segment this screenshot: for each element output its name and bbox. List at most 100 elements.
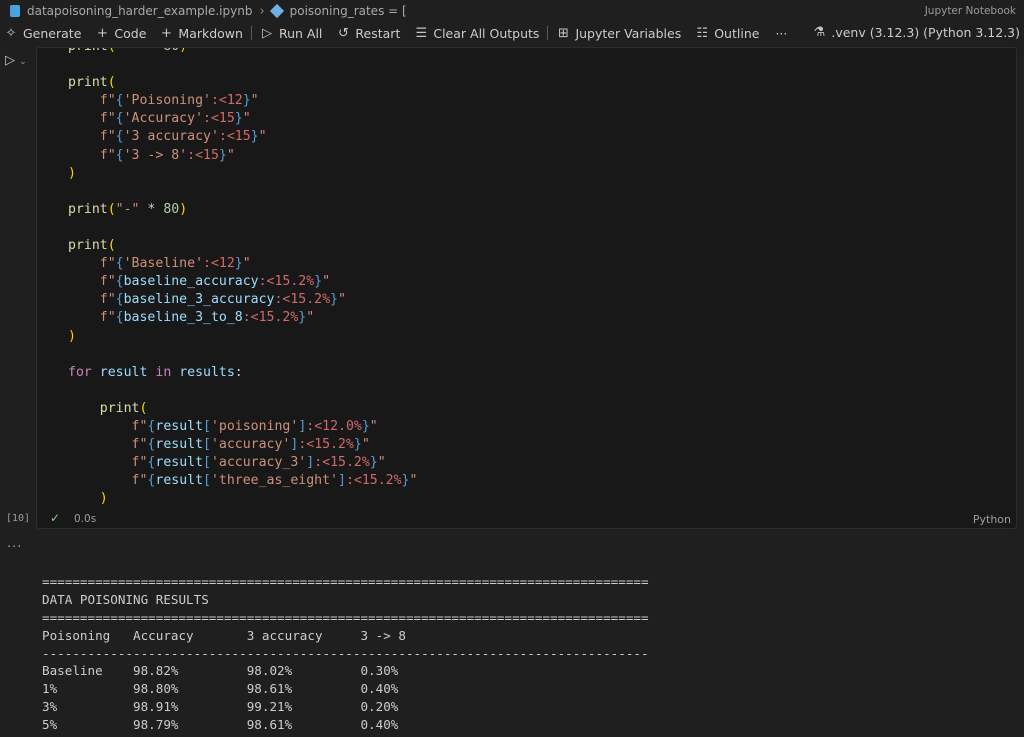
restart-button[interactable]: ↺ Restart xyxy=(336,26,400,41)
plus-icon: + xyxy=(160,25,172,41)
code-token: * xyxy=(139,48,163,54)
code-token: in xyxy=(155,364,172,380)
code-token: :<12 xyxy=(210,93,243,109)
outline-button[interactable]: ☷ Outline xyxy=(695,26,759,41)
code-line[interactable]: f"{baseline_3_to_8:<15.2%}" xyxy=(68,309,417,327)
code-token: print xyxy=(68,48,108,54)
code-line[interactable]: f"{'Accuracy':<15}" xyxy=(68,110,417,128)
cell-output: ========================================… xyxy=(42,573,649,734)
code-token: '3 -> 8' xyxy=(123,147,188,163)
code-line[interactable]: ) xyxy=(68,490,417,508)
code-token: { xyxy=(115,310,124,326)
plus-icon: + xyxy=(96,25,108,41)
code-line[interactable]: f"{baseline_accuracy:<15.2%}" xyxy=(68,273,417,291)
chevron-right-icon: › xyxy=(259,3,265,19)
add-markdown-button[interactable]: + Markdown xyxy=(159,26,243,41)
code-token: :<15 xyxy=(203,111,235,127)
kernel-label: .venv (3.12.3) (Python 3.12.3) xyxy=(831,25,1020,40)
code-line[interactable] xyxy=(68,346,417,364)
code-line[interactable]: f"{'Baseline':<12}" xyxy=(68,255,417,273)
code-token: ( xyxy=(107,75,116,91)
code-line[interactable]: print( xyxy=(68,237,417,255)
output-actions-icon[interactable]: ··· xyxy=(7,540,22,555)
code-line[interactable]: f"{'3 accuracy':<15}" xyxy=(68,128,417,146)
output-line: 1% 98.80% 98.61% 0.40% xyxy=(42,681,399,697)
code-token: { xyxy=(115,292,124,308)
kernel-picker[interactable]: ⚗ .venv (3.12.3) (Python 3.12.3) xyxy=(812,25,1020,40)
code-token: 80 xyxy=(163,48,179,54)
code-cell[interactable]: print("=" * 80) print( f"{'Poisoning':<1… xyxy=(36,47,1017,529)
output-line: ----------------------------------------… xyxy=(42,645,649,661)
add-code-button[interactable]: + Code xyxy=(95,26,146,41)
clear-all-label: Clear All Outputs xyxy=(433,25,540,41)
code-token: " xyxy=(361,437,370,453)
code-line[interactable]: f"{'3 -> 8':<15}" xyxy=(68,147,417,165)
code-line[interactable]: print( xyxy=(68,74,417,92)
code-token: } xyxy=(330,292,338,308)
cell-language-indicator[interactable]: Python xyxy=(973,513,1011,526)
code-token: " xyxy=(242,111,251,127)
code-token: ( xyxy=(107,238,116,254)
code-line[interactable]: f"{'Poisoning':<12}" xyxy=(68,92,417,110)
execution-duration: 0.0s xyxy=(74,513,97,525)
generate-button[interactable]: ✧ Generate xyxy=(4,26,82,41)
breadcrumb-file[interactable]: datapoisoning_harder_example.ipynb xyxy=(27,4,252,18)
more-actions-button[interactable]: ··· xyxy=(775,26,787,41)
code-token: :<15.2% xyxy=(345,473,402,489)
code-line[interactable]: print("=" * 80) xyxy=(68,48,417,56)
code-token: [ xyxy=(203,437,211,453)
code-line[interactable]: ) xyxy=(68,328,417,346)
code-line[interactable]: print( xyxy=(68,400,417,418)
toolbar-divider xyxy=(547,26,549,40)
code-token: f" xyxy=(131,455,148,471)
code-token: } xyxy=(369,455,378,471)
code-line[interactable]: f"{result['three_as_eight']:<15.2%}" xyxy=(68,472,418,490)
code-token: f" xyxy=(131,473,148,489)
code-token: results xyxy=(179,364,235,380)
chevron-down-icon: ⌄ xyxy=(19,57,27,67)
code-token: print xyxy=(68,238,108,254)
jupyter-variables-button[interactable]: ⊞ Jupyter Variables xyxy=(556,26,681,41)
restart-icon: ↺ xyxy=(337,25,349,41)
code-editor[interactable]: print("=" * 80) print( f"{'Poisoning':<1… xyxy=(68,48,418,508)
code-token: } xyxy=(242,93,251,109)
code-line[interactable] xyxy=(68,382,417,400)
output-line: 5% 98.79% 98.61% 0.40% xyxy=(42,717,399,733)
code-line[interactable]: f"{result['poisoning']:<12.0%}" xyxy=(68,418,417,436)
run-all-icon: ▷ xyxy=(261,25,272,41)
code-token: "-" xyxy=(115,201,140,217)
breadcrumb-symbol[interactable]: poisoning_rates = [ xyxy=(290,4,407,18)
code-token: " xyxy=(377,455,386,471)
run-all-button[interactable]: ▷ Run All xyxy=(260,26,322,41)
code-line[interactable]: ) xyxy=(68,165,417,183)
output-line: 3% 98.91% 99.21% 0.20% xyxy=(42,699,399,715)
code-token: " xyxy=(409,473,418,489)
code-token: f" xyxy=(99,292,116,308)
play-icon: ▷ xyxy=(5,53,15,68)
code-token: ) xyxy=(68,165,76,181)
code-token: } xyxy=(234,111,243,127)
notebook-file-icon xyxy=(10,5,20,17)
code-token: " xyxy=(258,129,267,145)
code-line[interactable]: for result in results: xyxy=(68,364,417,382)
code-line[interactable]: print("-" * 80) xyxy=(68,201,417,219)
code-token: 'accuracy' xyxy=(210,437,291,453)
code-line[interactable] xyxy=(68,56,417,74)
code-line[interactable]: f"{result['accuracy']:<15.2%}" xyxy=(68,436,417,454)
code-token: :<15.2% xyxy=(242,310,299,326)
code-token: [ xyxy=(203,455,211,471)
code-line[interactable] xyxy=(68,183,417,201)
clear-all-outputs-button[interactable]: ☰ Clear All Outputs xyxy=(414,25,540,41)
success-check-icon: ✓ xyxy=(50,511,61,525)
code-line[interactable]: f"{baseline_3_accuracy:<15.2%}" xyxy=(68,291,417,309)
restart-label: Restart xyxy=(355,25,401,41)
run-cell-button[interactable]: ▷ ⌄ xyxy=(5,53,27,68)
code-line[interactable] xyxy=(68,219,417,237)
code-line[interactable]: f"{result['accuracy_3']:<15.2%}" xyxy=(68,454,417,472)
